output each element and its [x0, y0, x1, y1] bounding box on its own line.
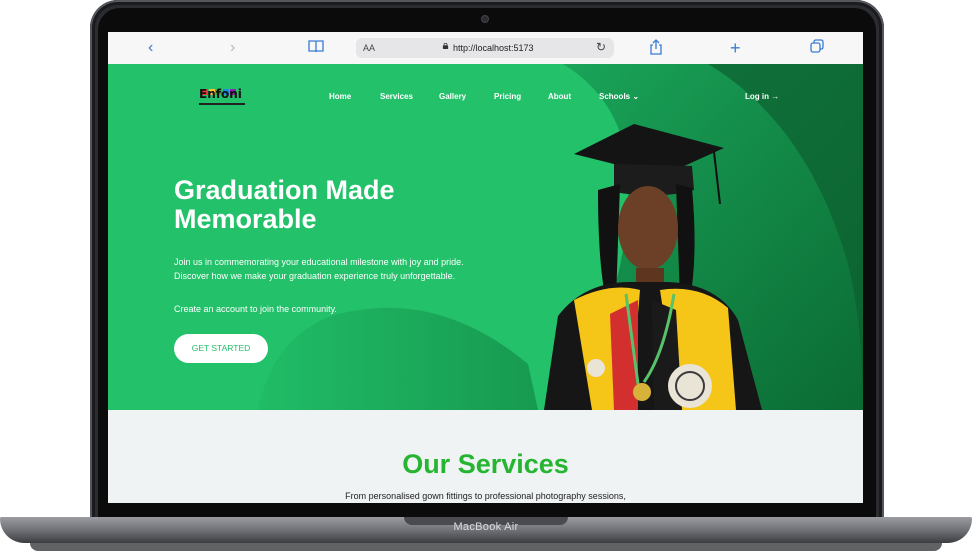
forward-icon[interactable]: ›	[230, 39, 235, 57]
nav-pricing[interactable]: Pricing	[494, 92, 521, 101]
get-started-button[interactable]: GET STARTED	[174, 334, 268, 363]
hero-subtitle-line2: Discover how we make your graduation exp…	[174, 271, 456, 281]
services-title: Our Services	[402, 449, 569, 479]
new-tab-icon[interactable]: +	[730, 39, 741, 57]
chevron-down-icon: ⌄	[632, 92, 640, 101]
laptop-frame: MacBook Air ‹ › AA http://localhost:5173…	[0, 0, 972, 558]
camera-icon	[482, 16, 488, 22]
device-label: MacBook Air	[453, 521, 519, 533]
hero-title-line2: Memorable	[174, 204, 317, 234]
graduate-photo	[544, 124, 762, 410]
hero-title-line1: Graduation Made	[174, 175, 395, 205]
nav-services[interactable]: Services	[380, 92, 413, 101]
services-subtitle: From personalised gown fittings to profe…	[345, 491, 626, 501]
browser-screen: ‹ › AA http://localhost:5173 ↻ + Enfoni …	[108, 32, 863, 503]
lock-icon	[442, 43, 449, 49]
nav-about[interactable]: About	[548, 92, 571, 101]
browser-toolbar: ‹ › AA http://localhost:5173 ↻ +	[108, 32, 863, 65]
nav-schools[interactable]: Schools ⌄	[599, 92, 639, 101]
hero-subtitle-line1: Join us in commemorating your educationa…	[174, 257, 464, 267]
hero-title: Graduation Made Memorable	[174, 176, 504, 234]
nav-home[interactable]: Home	[329, 92, 351, 101]
reader-aa-button[interactable]: AA	[363, 43, 375, 53]
hero-subtitle: Join us in commemorating your educationa…	[174, 255, 534, 283]
logo-underline	[199, 103, 245, 105]
address-bar[interactable]: AA http://localhost:5173 ↻	[356, 38, 614, 58]
hero-cta-text: Create an account to join the community.	[174, 304, 337, 314]
laptop-feet	[30, 543, 942, 551]
logo-text: Enfoni	[199, 87, 242, 101]
share-icon[interactable]	[649, 39, 663, 57]
site-logo[interactable]: Enfoni	[199, 82, 247, 106]
tabs-icon[interactable]	[810, 39, 824, 57]
hero-section: Enfoni Home Services Gallery Pricing Abo…	[108, 64, 863, 410]
nav-schools-label: Schools	[599, 92, 631, 101]
nav-gallery[interactable]: Gallery	[439, 92, 466, 101]
book-icon[interactable]	[308, 39, 324, 57]
back-icon[interactable]: ‹	[148, 39, 153, 57]
nav-login[interactable]: Log in →	[745, 92, 779, 101]
reload-icon[interactable]: ↻	[596, 40, 606, 54]
url-text: http://localhost:5173	[453, 43, 534, 53]
